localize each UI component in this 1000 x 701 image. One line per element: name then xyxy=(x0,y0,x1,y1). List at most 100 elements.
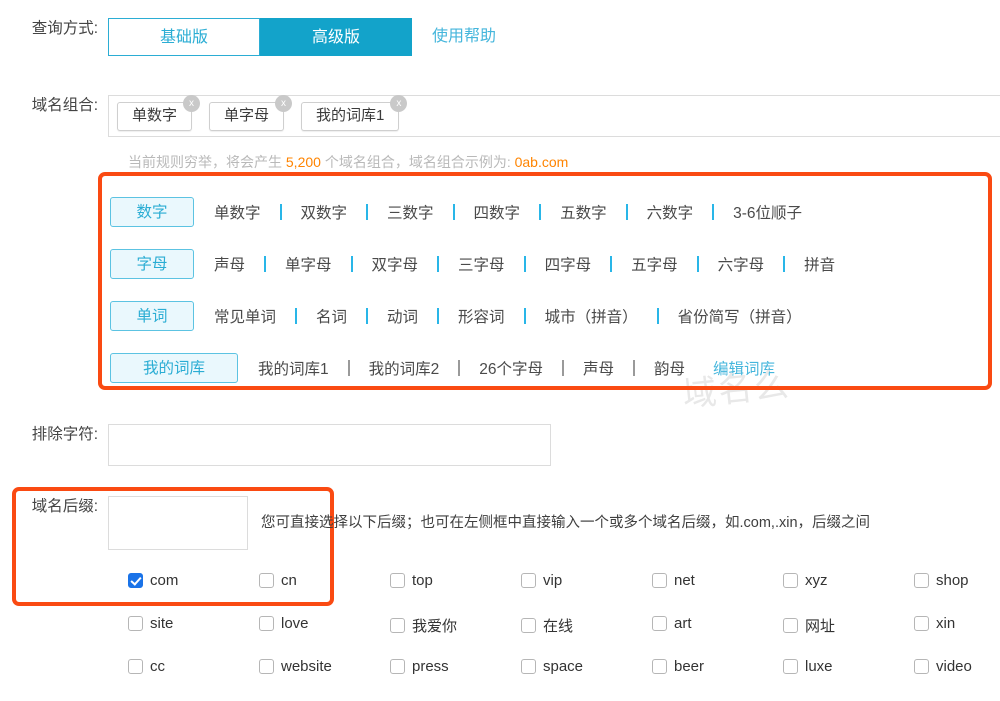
tab-basic[interactable]: 基础版 xyxy=(108,18,260,56)
exclude-chars-input[interactable] xyxy=(108,424,551,466)
checkbox-label[interactable]: 网址 xyxy=(805,615,835,636)
checkbox-cell-luxe[interactable]: luxe xyxy=(783,658,914,675)
checkbox-label[interactable]: press xyxy=(412,658,449,675)
checkbox-icon[interactable] xyxy=(259,616,274,631)
checkbox-icon[interactable] xyxy=(128,573,143,588)
checkbox-cell-space[interactable]: space xyxy=(521,658,652,675)
checkbox-cell-cc[interactable]: cc xyxy=(128,658,259,675)
checkbox-cell-video[interactable]: video xyxy=(914,658,1000,675)
checkbox-cell-xin[interactable]: xin xyxy=(914,615,1000,632)
checkbox-label[interactable]: site xyxy=(150,615,173,632)
category-button-my-library[interactable]: 我的词库 xyxy=(110,353,238,383)
chip-item[interactable]: 我的词库1 x xyxy=(301,95,408,131)
checkbox-label[interactable]: top xyxy=(412,572,433,589)
checkbox-icon[interactable] xyxy=(652,616,667,631)
checkbox-cell-press[interactable]: press xyxy=(390,658,521,675)
checkbox-icon[interactable] xyxy=(128,616,143,631)
checkbox-label[interactable]: art xyxy=(674,615,692,632)
checkbox-label[interactable]: shop xyxy=(936,572,969,589)
domain-suffix-input[interactable] xyxy=(108,496,248,550)
rule-item[interactable]: 双字母 xyxy=(370,253,421,275)
checkbox-cell-woaini[interactable]: 我爱你 xyxy=(390,615,521,636)
checkbox-cell-cn[interactable]: cn xyxy=(259,572,390,589)
rule-item[interactable]: 动词 xyxy=(385,305,420,327)
rule-item[interactable]: 省份简写（拼音） xyxy=(676,305,804,327)
rule-item[interactable]: 常见单词 xyxy=(212,305,278,327)
checkbox-icon[interactable] xyxy=(783,659,798,674)
checkbox-icon[interactable] xyxy=(914,573,929,588)
rule-item[interactable]: 六字母 xyxy=(716,253,767,275)
checkbox-cell-net[interactable]: net xyxy=(652,572,783,589)
rule-item[interactable]: 三字母 xyxy=(456,253,507,275)
checkbox-cell-top[interactable]: top xyxy=(390,572,521,589)
close-icon[interactable]: x xyxy=(390,95,408,112)
domain-combo-chip-box[interactable]: 单数字 x 单字母 x 我的词库1 x xyxy=(108,95,1000,137)
rule-item[interactable]: 名词 xyxy=(314,305,349,327)
chip-item[interactable]: 单数字 x xyxy=(117,95,201,131)
checkbox-label[interactable]: xyz xyxy=(805,572,828,589)
rule-item[interactable]: 四字母 xyxy=(543,253,594,275)
tab-advanced[interactable]: 高级版 xyxy=(260,18,412,56)
checkbox-icon[interactable] xyxy=(521,618,536,633)
checkbox-icon[interactable] xyxy=(783,573,798,588)
close-icon[interactable]: x xyxy=(183,95,201,112)
usage-help-link[interactable]: 使用帮助 xyxy=(432,18,496,56)
checkbox-cell-love[interactable]: love xyxy=(259,615,390,632)
rule-item[interactable]: 我的词库1 xyxy=(256,357,331,379)
checkbox-label[interactable]: website xyxy=(281,658,332,675)
rule-item[interactable]: 双数字 xyxy=(299,201,350,223)
checkbox-cell-wangzhi[interactable]: 网址 xyxy=(783,615,914,636)
checkbox-icon[interactable] xyxy=(652,573,667,588)
chip-item[interactable]: 单字母 x xyxy=(209,95,293,131)
edit-library-link[interactable]: 编辑词库 xyxy=(713,357,775,379)
checkbox-cell-website[interactable]: website xyxy=(259,658,390,675)
checkbox-label[interactable]: luxe xyxy=(805,658,833,675)
rule-item[interactable]: 城市（拼音） xyxy=(543,305,640,327)
checkbox-cell-art[interactable]: art xyxy=(652,615,783,632)
checkbox-cell-xyz[interactable]: xyz xyxy=(783,572,914,589)
rule-item[interactable]: 三数字 xyxy=(385,201,436,223)
checkbox-icon[interactable] xyxy=(914,659,929,674)
checkbox-cell-site[interactable]: site xyxy=(128,615,259,632)
checkbox-label[interactable]: 在线 xyxy=(543,615,573,636)
checkbox-icon[interactable] xyxy=(521,573,536,588)
rule-item[interactable]: 六数字 xyxy=(645,201,696,223)
checkbox-cell-shop[interactable]: shop xyxy=(914,572,1000,589)
rule-item[interactable]: 拼音 xyxy=(802,253,837,275)
rule-item[interactable]: 我的词库2 xyxy=(367,357,442,379)
rule-item[interactable]: 四数字 xyxy=(472,201,523,223)
checkbox-label[interactable]: love xyxy=(281,615,309,632)
category-button-letter[interactable]: 字母 xyxy=(110,249,194,279)
checkbox-icon[interactable] xyxy=(652,659,667,674)
category-button-number[interactable]: 数字 xyxy=(110,197,194,227)
checkbox-label[interactable]: 我爱你 xyxy=(412,615,457,636)
rule-item[interactable]: 五字母 xyxy=(629,253,680,275)
checkbox-icon[interactable] xyxy=(390,618,405,633)
rule-item[interactable]: 韵母 xyxy=(652,357,687,379)
rule-item[interactable]: 26个字母 xyxy=(477,357,545,379)
rule-item[interactable]: 单字母 xyxy=(283,253,334,275)
checkbox-icon[interactable] xyxy=(390,659,405,674)
rule-item[interactable]: 声母 xyxy=(212,253,247,275)
checkbox-cell-zaixian[interactable]: 在线 xyxy=(521,615,652,636)
checkbox-label[interactable]: video xyxy=(936,658,972,675)
checkbox-cell-vip[interactable]: vip xyxy=(521,572,652,589)
close-icon[interactable]: x xyxy=(275,95,293,112)
checkbox-label[interactable]: beer xyxy=(674,658,704,675)
checkbox-icon[interactable] xyxy=(914,616,929,631)
checkbox-cell-beer[interactable]: beer xyxy=(652,658,783,675)
checkbox-icon[interactable] xyxy=(390,573,405,588)
checkbox-icon[interactable] xyxy=(783,618,798,633)
checkbox-icon[interactable] xyxy=(259,659,274,674)
checkbox-label[interactable]: xin xyxy=(936,615,955,632)
category-button-word[interactable]: 单词 xyxy=(110,301,194,331)
checkbox-icon[interactable] xyxy=(259,573,274,588)
rule-item[interactable]: 形容词 xyxy=(456,305,507,327)
checkbox-label[interactable]: net xyxy=(674,572,695,589)
rule-item[interactable]: 五数字 xyxy=(558,201,609,223)
rule-item[interactable]: 单数字 xyxy=(212,201,263,223)
checkbox-label[interactable]: space xyxy=(543,658,583,675)
checkbox-icon[interactable] xyxy=(521,659,536,674)
checkbox-label[interactable]: cc xyxy=(150,658,165,675)
rule-item[interactable]: 3-6位顺子 xyxy=(731,201,804,223)
